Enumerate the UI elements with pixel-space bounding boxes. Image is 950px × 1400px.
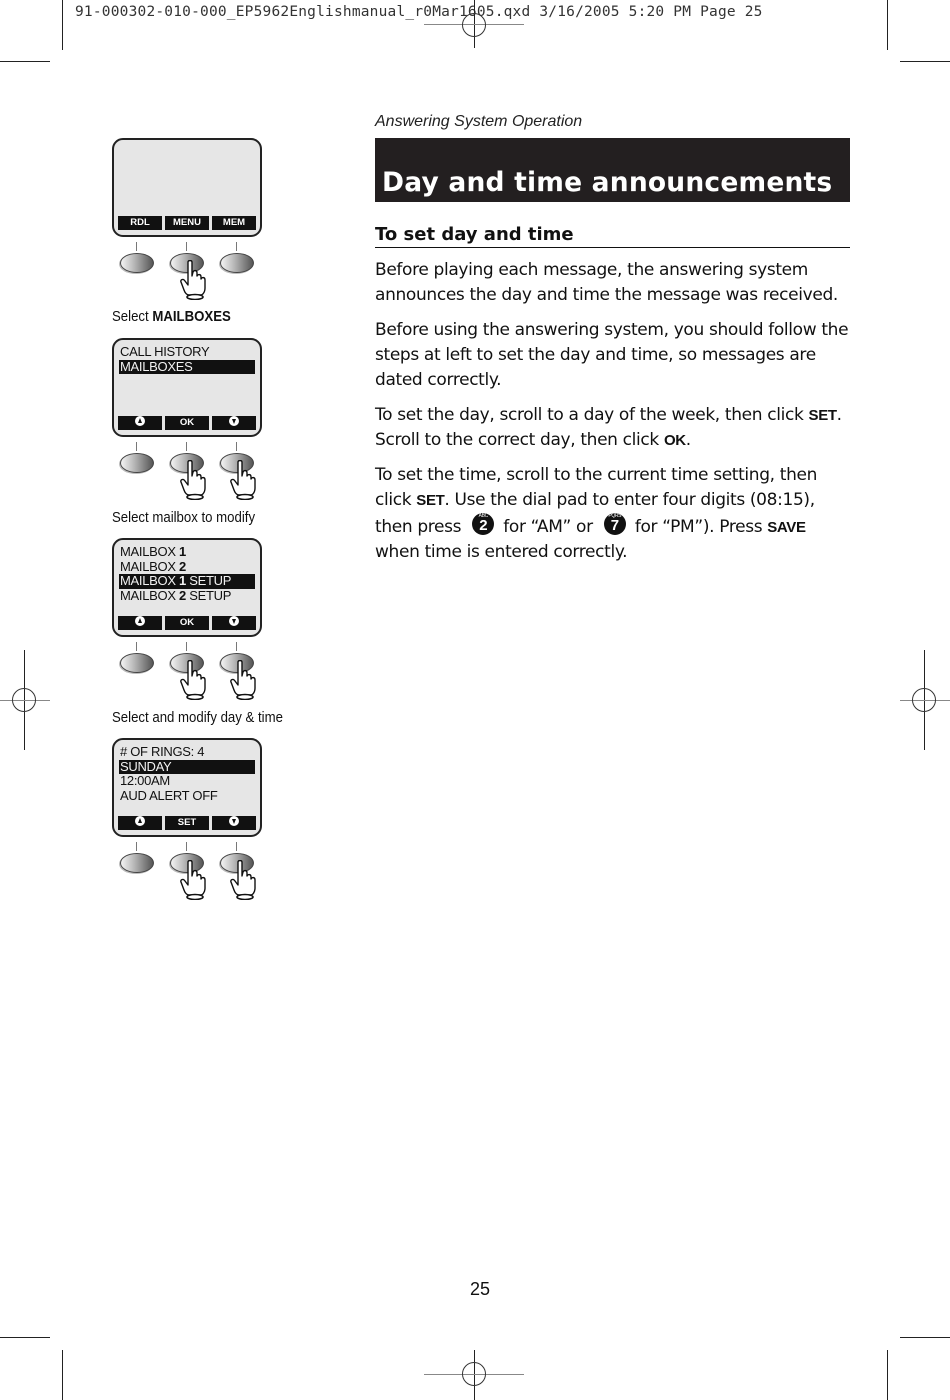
down-arrow-icon: [229, 816, 239, 827]
softkey-label-menu: MENU: [165, 216, 209, 230]
lcd-line: 12:00AM: [120, 773, 170, 788]
up-arrow-icon: [135, 816, 145, 827]
leader-line: [186, 242, 187, 251]
text: To set the day, scroll to a day of the w…: [375, 405, 809, 425]
pointing-hand-icon: [180, 859, 206, 901]
dial-key-2-icon: ABC 2: [472, 513, 495, 535]
leader-line: [136, 842, 137, 851]
lcd-screen: CALL HISTORY MAILBOXES OK: [112, 338, 262, 437]
leader-line: [136, 642, 137, 651]
softkey-label-rdl: RDL: [118, 216, 162, 230]
softkey-bar: OK: [118, 616, 256, 630]
pointing-hand-icon: [180, 659, 206, 701]
keyword-save: SAVE: [767, 519, 806, 536]
dial-key-7-icon: PQRS 7: [603, 513, 626, 535]
softkey-button-left[interactable]: [120, 653, 154, 673]
keyword-ok: OK: [663, 432, 686, 449]
crop-mark: [900, 1337, 950, 1339]
text: when time is entered correctly.: [375, 542, 628, 562]
softkey-bar: SET: [118, 816, 256, 830]
down-arrow-icon: [229, 416, 239, 427]
lcd-line-selected: MAILBOX 1 SETUP: [119, 573, 255, 589]
leader-line: [136, 242, 137, 251]
lcd-line-selected: MAILBOXES: [119, 359, 255, 374]
softkey-button-left[interactable]: [120, 253, 154, 273]
keyword-set: SET: [808, 407, 837, 424]
leader-line: [236, 242, 237, 251]
body-text: Before playing each message, the answeri…: [375, 258, 855, 575]
step-caption: Select mailbox to modify: [112, 509, 256, 526]
crop-mark: [62, 0, 64, 50]
softkey-down-arrow: [212, 816, 256, 830]
down-arrow-icon: [229, 616, 239, 627]
step-caption: Select MAILBOXES: [112, 308, 231, 325]
softkey-down-arrow: [212, 616, 256, 630]
leader-line: [136, 442, 137, 451]
softkey-button-left[interactable]: [120, 853, 154, 873]
page-title: Day and time announcements: [382, 167, 833, 198]
text: for “AM” or: [498, 517, 598, 537]
lcd-line: AUD ALERT OFF: [120, 787, 218, 803]
lcd-line: MAILBOX 1: [120, 544, 186, 559]
lcd-menu: # OF RINGS: 4 SUNDAY 12:00AM AUD ALERT OFF: [119, 744, 255, 803]
lcd-line: # OF RINGS: 4: [120, 744, 205, 759]
leader-line: [186, 642, 187, 651]
keyword-set: SET: [416, 492, 445, 509]
lcd-line: CALL HISTORY: [120, 344, 210, 359]
crop-mark: [887, 0, 889, 50]
section-label: Answering System Operation: [375, 113, 583, 130]
file-slug: 91-000302-010-000_EP5962Englishmanual_r0…: [75, 4, 763, 20]
crop-mark: [0, 1337, 50, 1339]
lcd-screen: # OF RINGS: 4 SUNDAY 12:00AM AUD ALERT OFF S…: [112, 738, 262, 837]
crop-mark: [62, 1350, 64, 1400]
up-arrow-icon: [135, 616, 145, 627]
pointing-hand-icon: [180, 459, 206, 501]
text: .: [685, 430, 691, 450]
lcd-screen: MAILBOX 1 MAILBOX 2 MAILBOX 1 SETUP MAILBOX…: [112, 538, 262, 637]
softkey-label-ok: OK: [165, 416, 209, 430]
softkey-up-arrow: [118, 616, 162, 630]
softkey-down-arrow: [212, 416, 256, 430]
pointing-hand-icon: [230, 659, 256, 701]
leader-line: [186, 442, 187, 451]
softkey-button-right[interactable]: [220, 253, 254, 273]
softkey-up-arrow: [118, 816, 162, 830]
title-bar: Day and time announcements: [375, 138, 850, 202]
paragraph-intro: Before playing each message, the answeri…: [375, 260, 838, 305]
paragraph-set-time: To set the time, scroll to the current t…: [375, 463, 855, 565]
crop-mark: [900, 61, 950, 63]
softkey-up-arrow: [118, 416, 162, 430]
pointing-hand-icon: [230, 859, 256, 901]
softkey-bar: OK: [118, 416, 256, 430]
paragraph-set-day: To set the day, scroll to a day of the w…: [375, 403, 855, 453]
page-number: 25: [470, 1279, 491, 1299]
step-caption: Select and modify day & time: [112, 709, 283, 726]
leader-line: [236, 642, 237, 651]
key-digit: 2: [479, 517, 488, 534]
softkey-bar: RDL MENU MEM: [118, 216, 256, 230]
softkey-label-ok: OK: [165, 616, 209, 630]
pointing-hand-icon: [230, 459, 256, 501]
lcd-screen: RDL MENU MEM: [112, 138, 262, 237]
softkey-button-left[interactable]: [120, 453, 154, 473]
pointing-hand-icon: [180, 259, 206, 301]
crop-mark: [887, 1350, 889, 1400]
up-arrow-icon: [135, 416, 145, 427]
paragraph-before-using: Before using the answering system, you s…: [375, 320, 849, 390]
leader-line: [236, 842, 237, 851]
softkey-label-set: SET: [165, 816, 209, 830]
text: for “PM”). Press: [629, 517, 768, 537]
leader-line: [186, 842, 187, 851]
key-digit: 7: [610, 517, 619, 534]
leader-line: [236, 442, 237, 451]
lcd-line: MAILBOX 2: [120, 558, 186, 574]
lcd-menu: CALL HISTORY MAILBOXES: [119, 344, 255, 374]
lcd-menu: MAILBOX 1 MAILBOX 2 MAILBOX 1 SETUP MAILBOX…: [119, 544, 255, 603]
crop-mark: [0, 61, 50, 63]
lcd-line-selected: SUNDAY: [119, 759, 255, 774]
subheading: To set day and time: [375, 224, 850, 248]
softkey-label-mem: MEM: [212, 216, 256, 230]
lcd-line: MAILBOX 2 SETUP: [120, 587, 232, 603]
